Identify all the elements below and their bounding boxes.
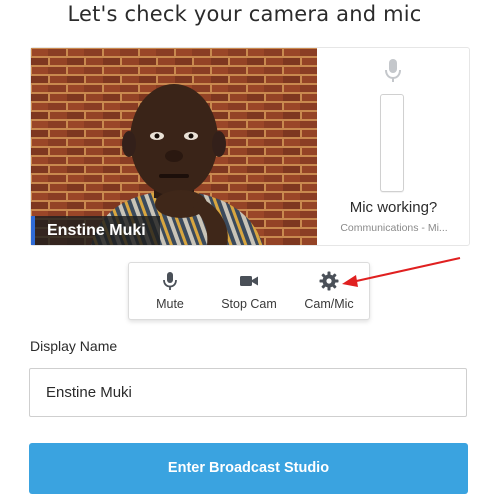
camera-preview: Enstine Muki (31, 48, 317, 245)
participant-name-tag: Enstine Muki (31, 216, 160, 245)
mic-level-meter (380, 94, 404, 192)
display-name-label: Display Name (30, 338, 118, 354)
gear-icon (319, 271, 339, 296)
microphone-icon (383, 58, 403, 89)
microphone-icon (162, 271, 178, 296)
stop-cam-button[interactable]: Stop Cam (211, 263, 287, 319)
mute-label: Mute (156, 297, 184, 311)
page-title: Let's check your camera and mic (67, 2, 422, 26)
stop-cam-label: Stop Cam (221, 297, 277, 311)
device-preview-card: Enstine Muki Mic working? Communications… (30, 47, 470, 246)
device-controls-bar: Mute Stop Cam Cam/Mic (128, 262, 370, 320)
display-name-input[interactable] (29, 368, 467, 417)
mute-button[interactable]: Mute (137, 263, 203, 319)
mic-status-text: Mic working? (349, 199, 438, 216)
camera-mic-check-page: Let's check your camera and mic Enstine … (0, 0, 489, 504)
video-camera-icon (239, 271, 259, 296)
mic-check-panel: Mic working? Communications - Mi... (318, 48, 469, 245)
annotation-arrow-icon (342, 257, 461, 287)
enter-broadcast-studio-button[interactable]: Enter Broadcast Studio (29, 443, 468, 494)
cam-mic-label: Cam/Mic (304, 297, 354, 311)
mic-device-name: Communications - Mi... (340, 222, 448, 234)
